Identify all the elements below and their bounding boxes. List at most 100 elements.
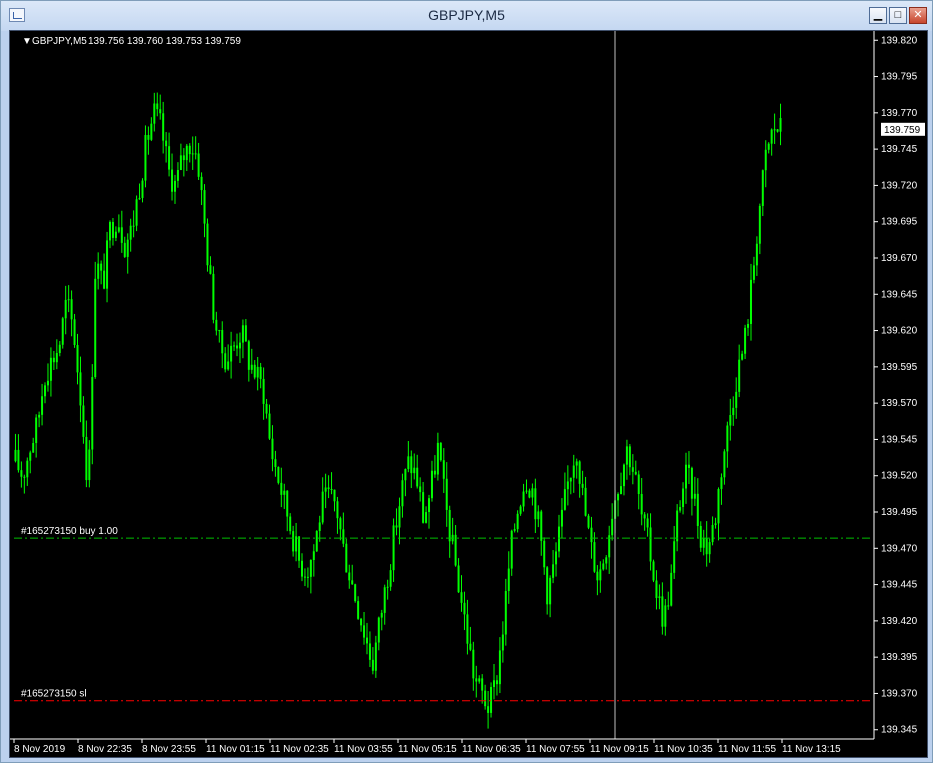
candle-body — [371, 659, 374, 671]
candle-body — [303, 576, 306, 578]
candle-body — [410, 456, 413, 474]
candle-body — [673, 541, 676, 573]
candle-body — [504, 591, 507, 635]
candle-body — [590, 527, 593, 543]
time-tick-label: 11 Nov 10:35 — [654, 744, 713, 755]
current-price-value: 139.759 — [884, 125, 921, 136]
candle-body — [215, 319, 218, 331]
candle-body — [206, 223, 209, 266]
candle-body — [153, 103, 156, 124]
candle-body — [49, 357, 52, 381]
candle-body — [289, 516, 292, 532]
candle-body — [490, 687, 493, 713]
candle-body — [61, 318, 64, 345]
candle-body — [17, 449, 20, 471]
candle-body — [522, 491, 525, 507]
close-button[interactable]: ✕ — [909, 7, 927, 24]
candle-body — [395, 525, 398, 528]
candle-body — [401, 480, 404, 507]
candle-body — [188, 145, 191, 155]
candle-body — [640, 493, 643, 515]
price-tick-label: 139.520 — [881, 471, 918, 482]
time-tick-label: 11 Nov 09:15 — [590, 744, 649, 755]
chart-area[interactable]: ▼ GBPJPY,M5 139.756 139.760 139.753 139.… — [9, 30, 928, 758]
candle-body — [324, 487, 327, 492]
candle-body — [348, 572, 351, 581]
candle-body — [292, 531, 295, 552]
candle-body — [150, 123, 153, 140]
candle-body — [339, 518, 342, 530]
candle-body — [723, 451, 726, 478]
candle-body — [360, 618, 363, 626]
candle-body — [76, 344, 79, 373]
candle-body — [738, 359, 741, 392]
candle-body — [241, 325, 244, 343]
candle-body — [596, 571, 599, 581]
candle-body — [755, 243, 758, 266]
candle-body — [277, 466, 280, 483]
candle-body — [555, 551, 558, 565]
candle-body — [693, 493, 696, 499]
candle-body — [280, 482, 283, 495]
candle-body — [230, 345, 233, 362]
candle-body — [342, 529, 345, 544]
candle-body — [191, 153, 194, 155]
candle-body — [321, 491, 324, 523]
candle-body — [566, 481, 569, 490]
price-chart[interactable]: ▼ GBPJPY,M5 139.756 139.760 139.753 139.… — [10, 31, 927, 757]
time-tick-label: 8 Nov 22:35 — [78, 744, 132, 755]
price-tick-label: 139.820 — [881, 35, 918, 46]
candle-body — [106, 240, 109, 289]
price-tick-label: 139.370 — [881, 688, 918, 699]
buy-order-label: #165273150 buy 1.00 — [21, 526, 118, 537]
candle-body — [493, 680, 495, 688]
candle-body — [546, 567, 549, 605]
candle-body — [330, 489, 333, 491]
candle-body — [767, 143, 770, 150]
candle-body — [682, 488, 685, 508]
candle-body — [64, 299, 67, 319]
candle-body — [23, 476, 26, 478]
candle-body — [159, 109, 162, 114]
candle-body — [699, 525, 702, 548]
candle-body — [286, 490, 289, 517]
candle-body — [711, 525, 714, 543]
minimize-button[interactable]: ▁ — [869, 7, 887, 24]
candle-body — [262, 378, 265, 404]
candle-body — [776, 129, 779, 132]
maximize-button[interactable]: □ — [889, 7, 907, 24]
candle-body — [138, 197, 141, 200]
candle-body — [510, 530, 513, 569]
candle-body — [351, 580, 354, 585]
candle-body — [625, 446, 628, 465]
candle-body — [563, 489, 566, 510]
candle-body — [569, 477, 572, 482]
candle-body — [377, 617, 380, 643]
price-tick-label: 139.595 — [881, 362, 918, 373]
candle-body — [171, 169, 174, 192]
candle-body — [714, 523, 717, 526]
candle-body — [720, 477, 723, 490]
candle-body — [478, 678, 481, 682]
candle-body — [416, 467, 419, 487]
candle-body — [176, 170, 179, 181]
title-bar[interactable]: GBPJPY,M5 ▁ □ ✕ — [1, 1, 932, 31]
candle-body — [741, 353, 744, 360]
candle-body — [336, 501, 339, 519]
candle-body — [94, 278, 97, 378]
candle-body — [463, 602, 466, 615]
candle-body — [516, 513, 519, 530]
candle-body — [658, 596, 661, 599]
candle-body — [41, 396, 44, 415]
candle-body — [256, 366, 259, 378]
candle-body — [46, 380, 49, 386]
candle-body — [309, 560, 312, 577]
candle-body — [173, 180, 176, 192]
candle-body — [333, 489, 336, 502]
candle-body — [209, 265, 212, 274]
dropdown-triangle-icon[interactable]: ▼ — [22, 36, 32, 47]
candle-body — [200, 176, 203, 191]
candle-body — [29, 452, 32, 461]
candle-body — [345, 543, 348, 573]
price-tick-label: 139.720 — [881, 180, 918, 191]
